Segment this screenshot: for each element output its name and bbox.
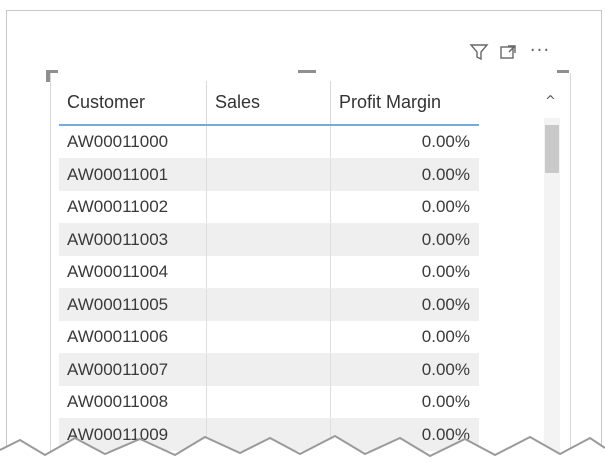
sales-cell	[207, 256, 331, 288]
sales-cell	[207, 353, 331, 386]
customer-cell: AW00011004	[59, 256, 207, 288]
table-row[interactable]: AW00011001 0.00%	[59, 158, 479, 191]
visual-header: ···	[467, 38, 600, 68]
profit-margin-cell: 0.00%	[421, 392, 470, 411]
customer-cell: AW00011001	[59, 158, 207, 191]
customer-cell: AW00011003	[59, 223, 207, 256]
table-row[interactable]: AW00011009 0.00%	[59, 418, 479, 451]
customer-cell: AW00011008	[59, 386, 207, 418]
sales-cell	[207, 386, 331, 418]
customer-cell: AW00011000	[59, 126, 207, 158]
table-row[interactable]: AW00011005 0.00%	[59, 288, 479, 321]
profit-margin-cell: 0.00%	[421, 424, 470, 444]
sales-cell	[207, 126, 331, 158]
scroll-up-icon[interactable]: ^	[540, 91, 561, 111]
data-table: Customer Sales Profit Margin AW00011000 …	[59, 81, 479, 451]
sales-cell	[207, 418, 331, 451]
table-row[interactable]: AW00011000 0.00%	[59, 126, 479, 159]
table-row[interactable]: AW00011006 0.00%	[59, 321, 479, 354]
column-header-profit-margin[interactable]: Profit Margin	[331, 81, 477, 124]
column-header-sales[interactable]: Sales	[207, 81, 331, 124]
vertical-scrollbar[interactable]: ^	[540, 91, 561, 460]
table-row[interactable]: AW00011008 0.00%	[59, 386, 479, 419]
table-body: AW00011000 0.00% AW00011001 0.00% AW0001…	[59, 126, 479, 451]
sales-cell	[207, 191, 331, 223]
table-row[interactable]: AW00011004 0.00%	[59, 256, 479, 289]
customer-cell: AW00011002	[59, 191, 207, 223]
profit-margin-cell: 0.00%	[421, 359, 470, 379]
filter-icon[interactable]	[467, 40, 491, 64]
profit-margin-cell: 0.00%	[421, 197, 470, 216]
table-header: Customer Sales Profit Margin	[59, 81, 479, 126]
customer-cell: AW00011007	[59, 353, 207, 386]
more-options-icon[interactable]: ···	[528, 38, 552, 62]
sales-cell	[207, 158, 331, 191]
profit-margin-cell: 0.00%	[421, 132, 470, 151]
profit-margin-cell: 0.00%	[421, 164, 470, 184]
sales-cell	[207, 288, 331, 321]
focus-mode-icon[interactable]	[496, 40, 520, 64]
column-header-customer[interactable]: Customer	[59, 81, 207, 124]
sales-cell	[207, 223, 331, 256]
sales-cell	[207, 321, 331, 353]
customer-cell: AW00011006	[59, 321, 207, 353]
profit-margin-cell: 0.00%	[421, 229, 470, 249]
table-row[interactable]: AW00011003 0.00%	[59, 223, 479, 256]
table-visual[interactable]: Customer Sales Profit Margin AW00011000 …	[50, 73, 571, 460]
table-row[interactable]: AW00011007 0.00%	[59, 353, 479, 386]
scroll-thumb[interactable]	[545, 125, 559, 173]
customer-cell: AW00011005	[59, 288, 207, 321]
customer-cell: AW00011009	[59, 418, 207, 451]
profit-margin-cell: 0.00%	[421, 327, 470, 346]
profit-margin-cell: 0.00%	[421, 294, 470, 314]
profit-margin-cell: 0.00%	[421, 262, 470, 281]
table-row[interactable]: AW00011002 0.00%	[59, 191, 479, 224]
